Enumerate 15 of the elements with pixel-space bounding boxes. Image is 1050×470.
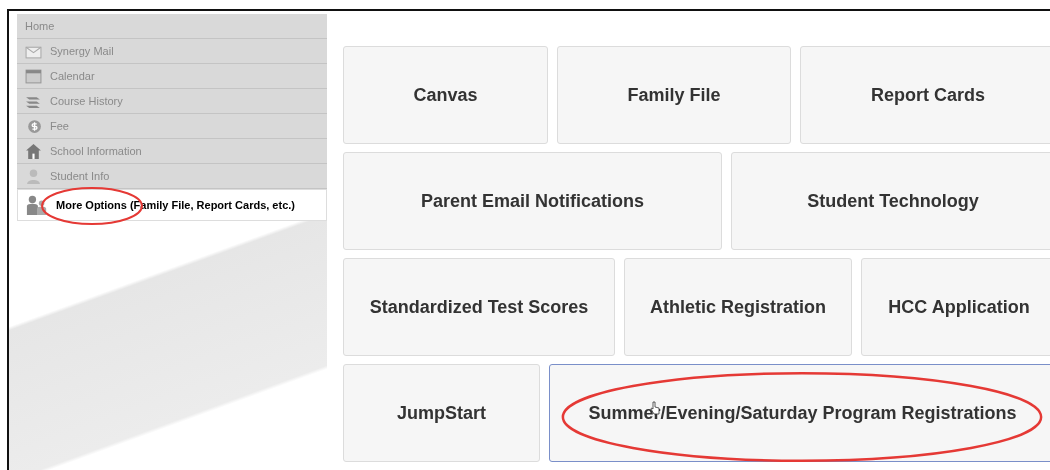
menu-tile[interactable]: HCC Application: [861, 258, 1050, 356]
menu-tile[interactable]: Parent Email Notifications: [343, 152, 722, 250]
people-icon: [26, 194, 48, 216]
school-icon: [25, 142, 42, 160]
menu-tile[interactable]: Family File: [557, 46, 791, 144]
coin-icon: [25, 117, 42, 135]
calendar-icon: [25, 67, 42, 85]
menu-tile[interactable]: Athletic Registration: [624, 258, 852, 356]
menu-tile[interactable]: JumpStart: [343, 364, 540, 462]
menu-tile[interactable]: Canvas: [343, 46, 548, 144]
person-icon: [25, 167, 42, 185]
menu-tile[interactable]: Report Cards: [800, 46, 1050, 144]
menu-tile[interactable]: Summer/Evening/Saturday Program Registrations: [549, 364, 1050, 462]
menu-tile[interactable]: Standardized Test Scores: [343, 258, 615, 356]
menu-tile[interactable]: Student Technology: [731, 152, 1050, 250]
